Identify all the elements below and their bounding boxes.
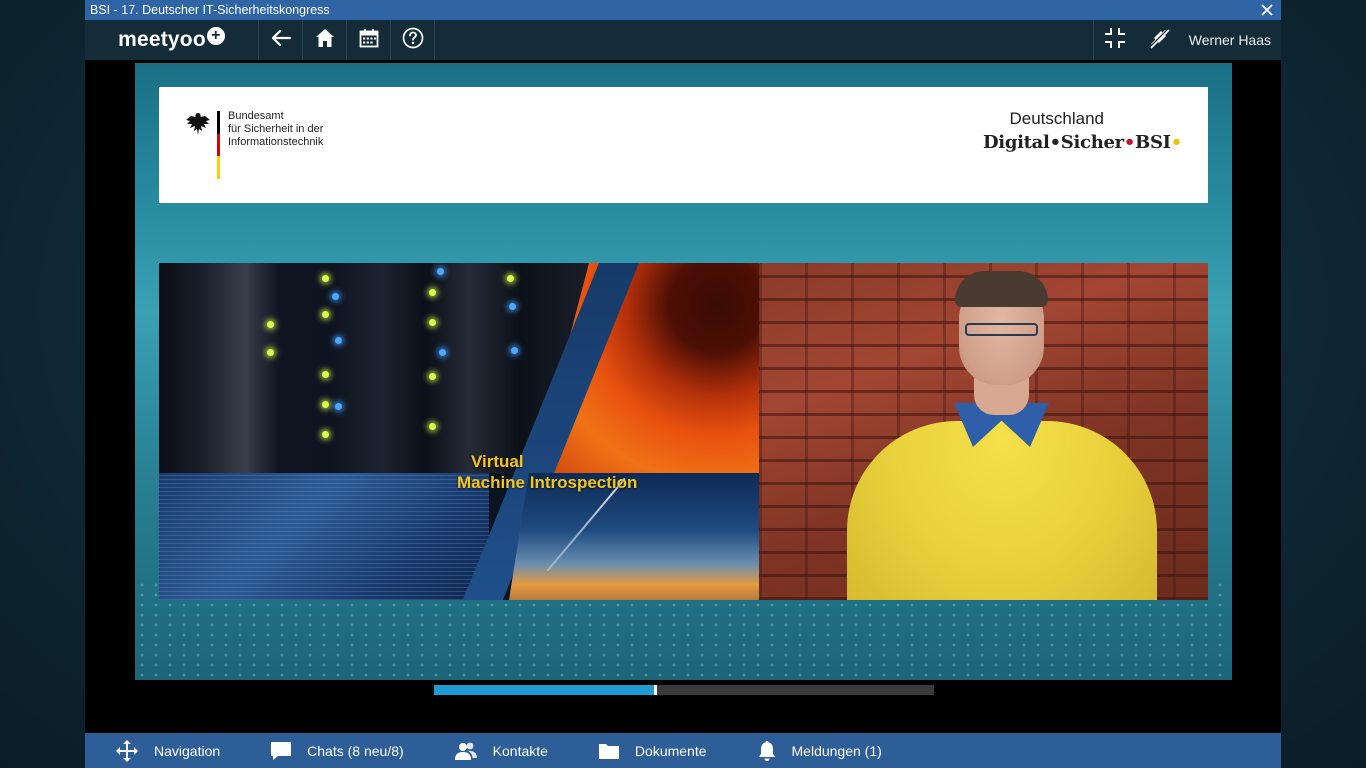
bell-icon bbox=[757, 740, 777, 762]
federal-eagle-icon bbox=[185, 111, 211, 142]
campaign-bottom-text: Digital•Sicher•BSI• bbox=[983, 132, 1182, 153]
chat-icon bbox=[270, 741, 292, 761]
window-title: BSI - 17. Deutscher IT-Sicherheitskongre… bbox=[90, 3, 330, 17]
folder-icon bbox=[598, 742, 620, 760]
help-icon bbox=[402, 27, 424, 54]
home-button[interactable] bbox=[303, 20, 347, 60]
bsi-org-name: Bundesamt für Sicherheit in der Informat… bbox=[228, 110, 323, 149]
home-icon bbox=[315, 28, 335, 53]
campaign-dot: • bbox=[1170, 132, 1183, 153]
sponsor-banner: Bundesamt für Sicherheit in der Informat… bbox=[159, 87, 1208, 203]
org-line: Informationstechnik bbox=[228, 136, 324, 148]
nav-label: Navigation bbox=[154, 742, 221, 759]
mic-muted-icon bbox=[1148, 27, 1170, 54]
german-flag-bar bbox=[217, 111, 220, 179]
code-dump-image bbox=[159, 473, 489, 600]
speaker-video bbox=[759, 263, 1208, 600]
exit-fullscreen-icon bbox=[1104, 27, 1126, 54]
speaker-hair bbox=[955, 271, 1048, 307]
campaign-top-text: Deutschland bbox=[1009, 109, 1104, 128]
nav-item-notifications[interactable]: Meldungen (1) bbox=[757, 733, 882, 768]
nav-item-navigation[interactable]: Navigation bbox=[115, 733, 220, 768]
exit-fullscreen-button[interactable] bbox=[1092, 20, 1137, 60]
contacts-icon bbox=[454, 741, 478, 761]
move-icon bbox=[115, 739, 139, 763]
slide-title: Virtual Machine Introspection bbox=[457, 451, 637, 493]
playback-progress-bar[interactable] bbox=[434, 685, 934, 695]
back-button[interactable] bbox=[259, 20, 303, 60]
progress-fill bbox=[434, 685, 654, 695]
nav-item-contacts[interactable]: Kontakte bbox=[454, 733, 548, 768]
nav-label: Dokumente bbox=[634, 742, 707, 759]
help-button[interactable] bbox=[391, 20, 435, 60]
org-line: Bundesamt bbox=[228, 110, 284, 122]
bottom-nav-bar: Navigation Chats (8 neu/8) Kontakte Doku… bbox=[85, 733, 1281, 768]
nav-item-documents[interactable]: Dokumente bbox=[598, 733, 707, 768]
toolbar: meetyoo + Werner Haas bbox=[85, 20, 1281, 60]
nav-label: Kontakte bbox=[492, 742, 548, 759]
speaker-glasses bbox=[965, 323, 1038, 336]
org-line: für Sicherheit in der bbox=[228, 123, 324, 135]
campaign-dot: • bbox=[1123, 132, 1136, 153]
speaker-sweater bbox=[847, 421, 1157, 600]
campaign-dot: • bbox=[1049, 132, 1062, 153]
back-arrow-icon bbox=[270, 29, 292, 52]
nav-item-chats[interactable]: Chats (8 neu/8) bbox=[270, 733, 404, 768]
video-stage[interactable]: Bundesamt für Sicherheit in der Informat… bbox=[135, 63, 1232, 680]
agenda-button[interactable] bbox=[347, 20, 391, 60]
slide-title-line: Machine Introspection bbox=[457, 473, 638, 492]
calendar-icon bbox=[359, 28, 379, 53]
mic-toggle-button[interactable] bbox=[1137, 20, 1181, 60]
presentation-slide: Virtual Machine Introspection bbox=[159, 263, 759, 600]
user-name[interactable]: Werner Haas bbox=[1181, 20, 1281, 60]
nav-label: Chats (8 neu/8) bbox=[307, 742, 404, 759]
app-window: BSI - 17. Deutscher IT-Sicherheitskongre… bbox=[85, 0, 1281, 768]
progress-knob[interactable] bbox=[654, 685, 657, 695]
nav-label: Meldungen (1) bbox=[791, 742, 882, 759]
logo-badge: + bbox=[206, 27, 225, 45]
close-icon[interactable] bbox=[1259, 2, 1275, 18]
slide-title-line: Virtual bbox=[471, 452, 524, 471]
logo-text: meetyoo bbox=[118, 28, 206, 51]
campaign-part: Sicher bbox=[1060, 132, 1124, 153]
campaign-part: Digital bbox=[982, 132, 1050, 153]
server-room-image bbox=[159, 263, 589, 473]
title-bar: BSI - 17. Deutscher IT-Sicherheitskongre… bbox=[85, 0, 1281, 20]
meetyoo-logo: meetyoo + bbox=[85, 20, 259, 60]
campaign-part: BSI bbox=[1135, 132, 1171, 153]
